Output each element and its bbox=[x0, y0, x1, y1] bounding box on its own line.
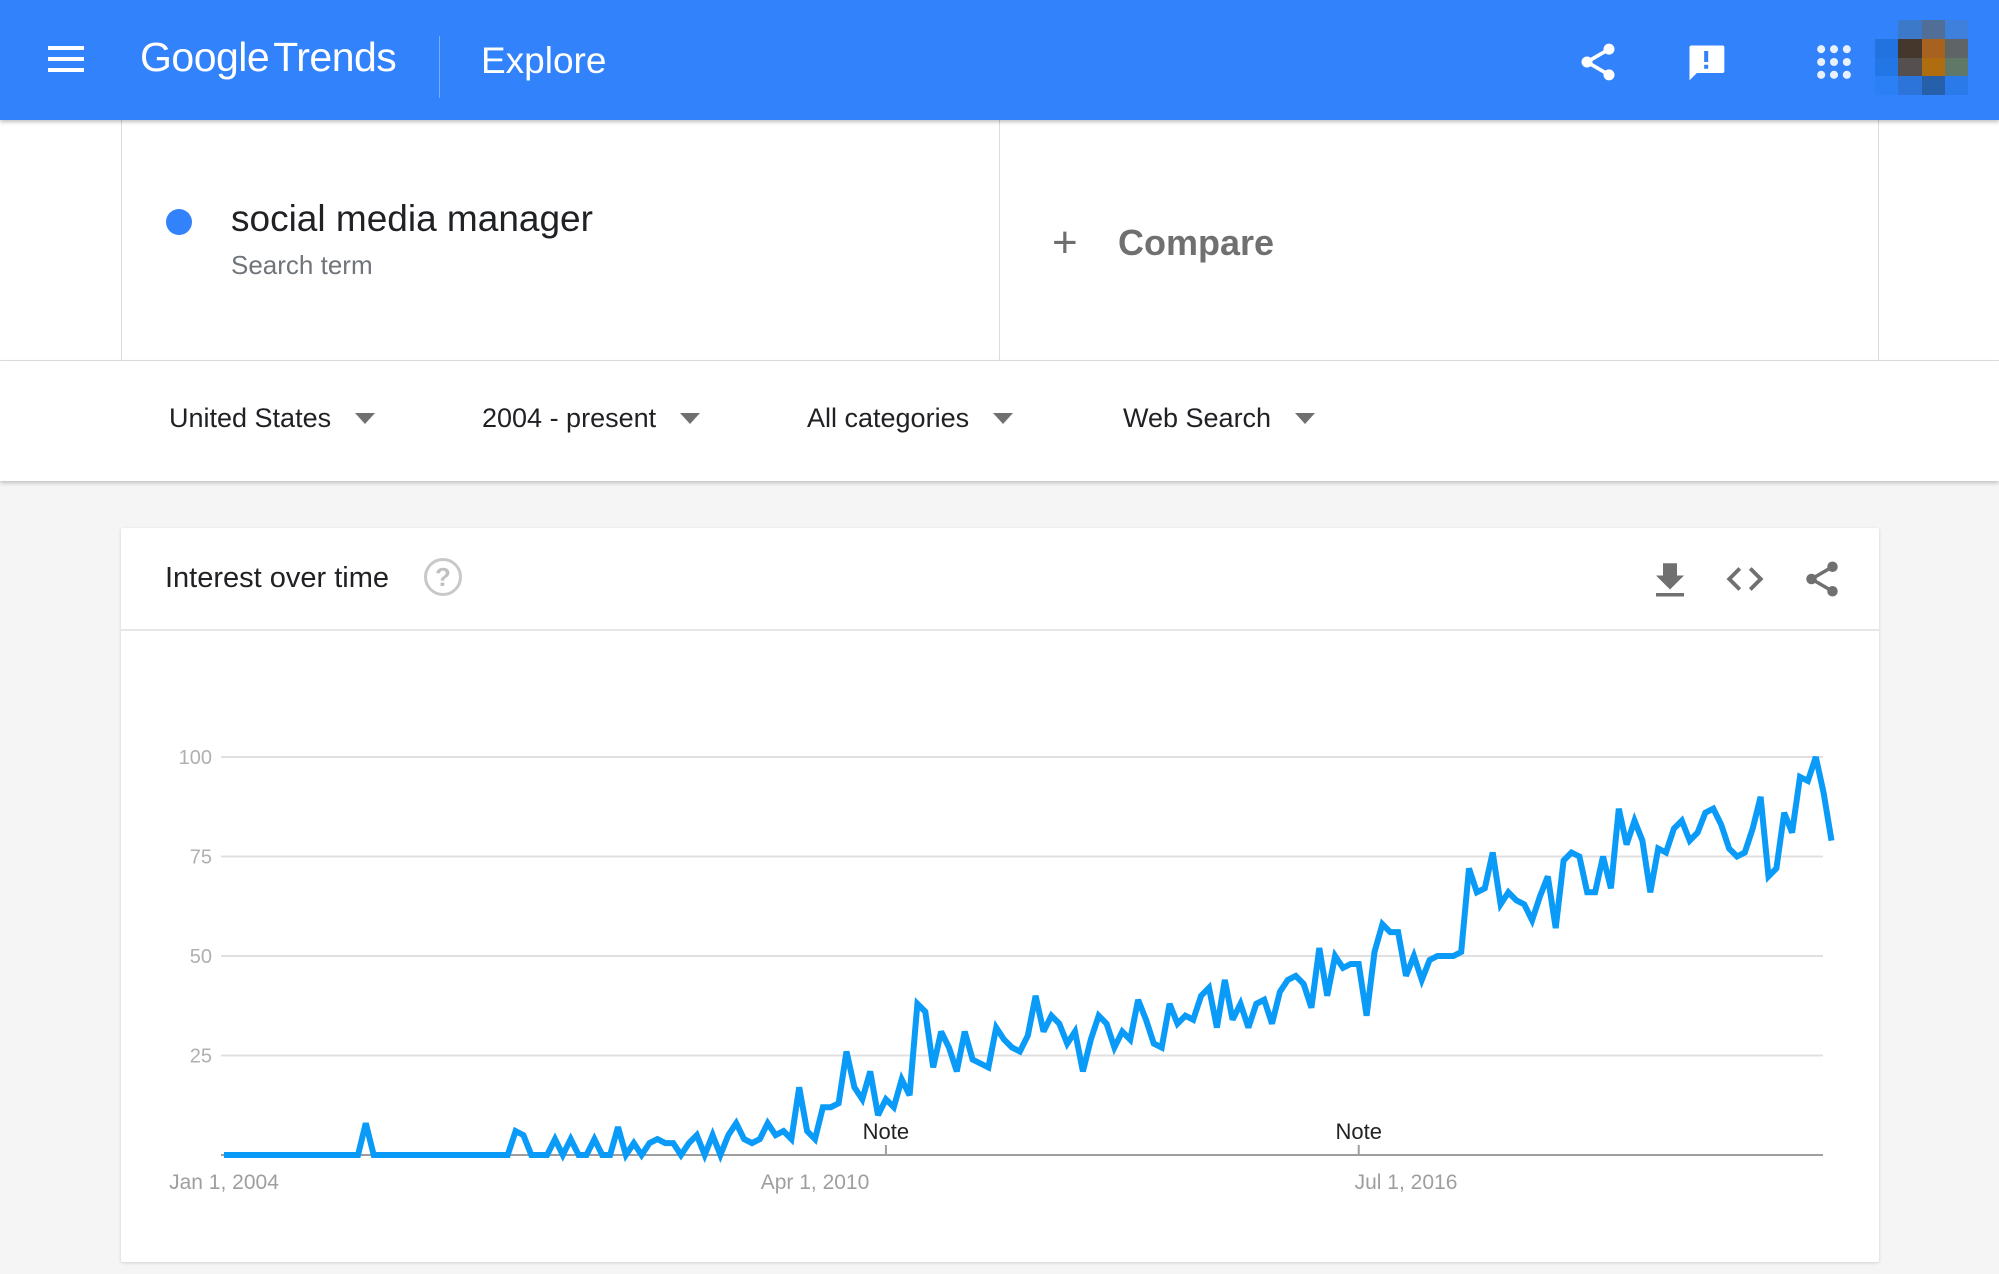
filter-region[interactable]: United States bbox=[169, 403, 376, 434]
x-tick-label: Jul 1, 2016 bbox=[1355, 1171, 1458, 1194]
header-divider bbox=[439, 36, 440, 98]
filter-search-type-label: Web Search bbox=[1123, 403, 1272, 433]
filter-time-range-label: 2004 - present bbox=[482, 403, 657, 433]
share-icon[interactable] bbox=[1576, 40, 1620, 84]
dropdown-arrow-icon bbox=[680, 413, 701, 424]
y-tick-label: 25 bbox=[190, 1046, 212, 1068]
google-trends-logo[interactable]: GoogleTrends bbox=[140, 34, 397, 81]
top-app-bar: GoogleTrends Explore bbox=[0, 0, 1999, 120]
apps-icon[interactable] bbox=[1812, 40, 1856, 84]
interest-over-time-chart: 25 50 75 100 Jan 1, 2004 Apr 1, 2010 Jul 1, 20… bbox=[169, 747, 1835, 1194]
dropdown-arrow-icon bbox=[1295, 413, 1316, 424]
dropdown-arrow-icon bbox=[355, 413, 376, 424]
logo-google: Google bbox=[140, 34, 270, 80]
feedback-icon[interactable] bbox=[1684, 40, 1728, 84]
dropdown-arrow-icon bbox=[993, 413, 1014, 424]
page-title: Explore bbox=[481, 40, 607, 81]
filter-search-type[interactable]: Web Search bbox=[1123, 403, 1316, 434]
filter-category[interactable]: All categories bbox=[807, 403, 1014, 434]
logo-trends: Trends bbox=[273, 34, 397, 80]
note-annotation: Note bbox=[863, 1119, 909, 1144]
filter-region-label: United States bbox=[169, 403, 332, 433]
filter-bar: United States 2004 - present All categor… bbox=[0, 361, 1999, 481]
menu-icon[interactable] bbox=[48, 46, 84, 74]
filter-time-range[interactable]: 2004 - present bbox=[482, 403, 701, 434]
note-annotation: Note bbox=[1335, 1119, 1381, 1144]
x-tick-label: Jan 1, 2004 bbox=[169, 1171, 279, 1194]
x-tick-label: Apr 1, 2010 bbox=[761, 1171, 870, 1194]
y-tick-label: 100 bbox=[179, 747, 212, 769]
y-tick-label: 50 bbox=[190, 946, 212, 968]
y-tick-label: 75 bbox=[190, 847, 212, 869]
filter-category-label: All categories bbox=[807, 403, 970, 433]
avatar[interactable] bbox=[1875, 20, 1968, 95]
